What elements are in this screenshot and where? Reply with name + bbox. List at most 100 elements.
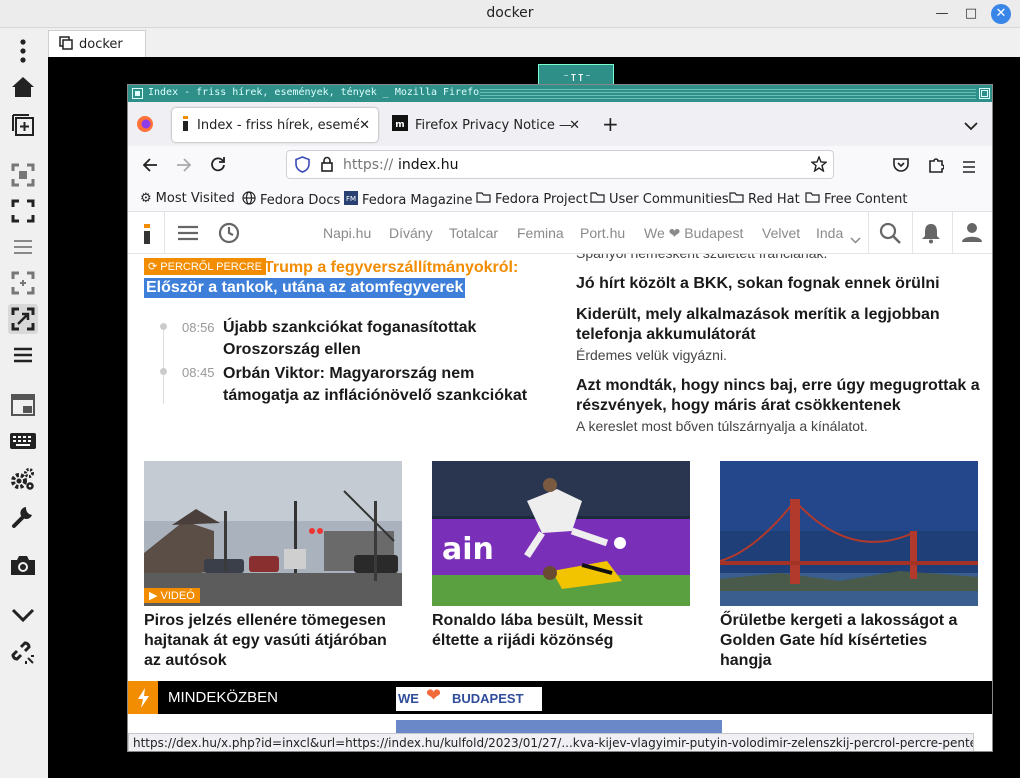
nav-link-totalcar[interactable]: Totalcar [449,225,498,241]
card-title[interactable]: hajtanak át egy vasúti átjáróban [144,631,387,651]
fit-screen-icon[interactable] [8,160,38,190]
more-menu-icon[interactable] [8,36,38,66]
tracking-shield-icon[interactable] [295,156,310,177]
live-headline-line2[interactable]: Először a tankok, utána az atomfegyverek [144,278,466,298]
bookmark-fedora-project[interactable]: Fedora Project [476,191,588,207]
screen-layout-icon[interactable] [8,390,38,420]
camera-icon[interactable] [8,550,38,580]
titlebar-stripes [480,88,976,99]
nav-link-napi[interactable]: Napi.hu [323,225,371,241]
live-item-title[interactable]: Újabb szankciókat foganasítottak [223,318,476,338]
firefox-view-icon[interactable] [136,115,154,137]
video-badge: ▶ VIDEÓ [144,588,200,603]
tab-privacy-notice[interactable]: m Firefox Privacy Notice — M ✕ [382,108,590,142]
bookmark-most-visited[interactable]: ⚙ Most Visited [140,191,235,206]
card-image-ronaldo[interactable]: ain [432,461,690,606]
resize-remote-icon[interactable] [8,304,38,334]
app-menu-icon[interactable] [962,158,976,177]
back-icon[interactable] [142,157,158,176]
timeline-dot [160,368,167,375]
window-menu-icon[interactable] [132,88,143,99]
card-title[interactable]: Ronaldo lába besült, Messit [432,611,643,631]
nav-link-inda[interactable]: Inda [816,225,843,241]
story-lead: A kereslet most bőven túlszárnyalja a kí… [576,418,868,434]
keyboard-icon[interactable] [8,426,38,456]
pocket-icon[interactable] [893,157,909,176]
fullscreen-icon[interactable] [8,196,38,226]
disconnect-link-icon[interactable] [8,638,38,668]
search-icon[interactable] [879,222,901,248]
index-site-nav: Napi.hu Dívány Totalcar Femina Port.hu W… [128,212,992,254]
nav-link-femina[interactable]: Femina [517,225,564,241]
mozilla-favicon: m [392,115,408,135]
hamburger-icon[interactable] [8,340,38,370]
window-maximize-icon[interactable] [979,88,990,99]
new-tab-icon[interactable]: + [602,112,619,136]
chevron-down-icon[interactable] [8,600,38,630]
bookmark-star-icon[interactable] [810,155,828,176]
bookmark-red-hat[interactable]: Red Hat [729,191,800,207]
settings-gears-icon[interactable] [8,464,38,494]
close-tab-icon[interactable]: ✕ [359,118,370,133]
live-item-title[interactable]: támogatja az inflációnövelő szankciókat [223,386,527,406]
list-tabs-icon[interactable] [964,116,978,135]
card-title[interactable]: az autósok [144,651,227,671]
section-title[interactable]: MINDEKÖZBEN [168,689,278,706]
card-image-railway-crossing[interactable] [144,461,402,606]
wrench-icon[interactable] [8,502,38,532]
bookmark-label: User Communities [609,191,729,207]
chevron-down-icon[interactable] [850,229,861,248]
card-title[interactable]: Piros jelzés ellenére tömegesen [144,611,386,631]
live-item-title[interactable]: Orbán Viktor: Magyarország nem [223,364,474,384]
user-icon[interactable] [962,222,982,246]
extensions-icon[interactable] [928,156,945,177]
hamburger-icon[interactable] [178,225,198,245]
close-button[interactable]: ✕ [991,4,1011,24]
bookmark-free-content[interactable]: Free Content [805,191,907,207]
video-badge-label: VIDEÓ [160,590,195,602]
reload-icon[interactable] [210,156,226,176]
scale-icon[interactable] [8,268,38,298]
forward-icon[interactable] [176,157,192,176]
close-tab-icon[interactable]: ✕ [569,118,580,133]
story-title[interactable]: Jó hírt közölt a BKK, sokan fognak ennek… [576,274,940,294]
live-item-title[interactable]: Oroszország ellen [223,340,361,360]
story-title[interactable]: Kiderült, mely alkalmazások merítik a le… [576,305,940,325]
card-title[interactable]: éltette a rijádi közönség [432,631,613,651]
nav-link-webudapest[interactable]: We ❤ Budapest [644,225,743,242]
url-scheme: https:// [343,157,394,173]
viewer-sidebar [0,28,46,778]
card-title[interactable]: Golden Gate híd kísérteties [720,631,927,651]
nav-link-port[interactable]: Port.hu [580,225,625,241]
bookmarks-toolbar: ⚙ Most Visited Fedora Docs FM Fedora Magaz… [128,186,992,212]
url-bar[interactable]: https:// index.hu [286,150,834,179]
we-love-budapest-ad[interactable]: WE ❤ BUDAPEST [396,685,542,711]
viewer-tabbar: docker [46,28,1020,58]
card-image-golden-gate[interactable] [720,461,978,606]
minimize-button[interactable]: — [932,4,952,24]
live-headline-line1[interactable]: Trump a fegyverszállítmányokról: [264,258,518,278]
index-logo[interactable] [142,222,152,248]
story-title[interactable]: részvények, hogy máris árat csökkentenek [576,396,901,416]
tab-index[interactable]: Index - friss hírek, esemény ✕ [172,108,378,142]
bell-icon[interactable] [921,222,941,248]
story-lead-cut: Spanyol nemesként született franciának. [576,254,827,262]
menu-lines-icon[interactable] [8,232,38,262]
nav-link-divany[interactable]: Dívány [389,225,433,241]
story-title[interactable]: telefonja akkumulátorát [576,325,756,345]
new-window-icon[interactable] [8,110,38,140]
ad-city: BUDAPEST [452,691,524,706]
bookmark-fedora-magazine[interactable]: FM Fedora Magazine [344,191,473,209]
maximize-button[interactable]: □ [961,4,981,24]
home-icon[interactable] [8,72,38,102]
clock-icon[interactable] [218,222,240,248]
card-title[interactable]: hangja [720,651,772,671]
nav-link-velvet[interactable]: Velvet [762,225,800,241]
story-title[interactable]: Azt mondták, hogy nincs baj, erre úgy me… [576,376,980,396]
bookmark-user-communities[interactable]: User Communities [590,191,729,207]
lock-icon[interactable] [321,156,333,176]
tab-docker[interactable]: docker [48,30,146,58]
folder-icon [476,191,491,207]
card-title[interactable]: Őrületbe kergeti a lakosságot a [720,611,957,631]
bookmark-fedora-docs[interactable]: Fedora Docs [242,191,340,209]
